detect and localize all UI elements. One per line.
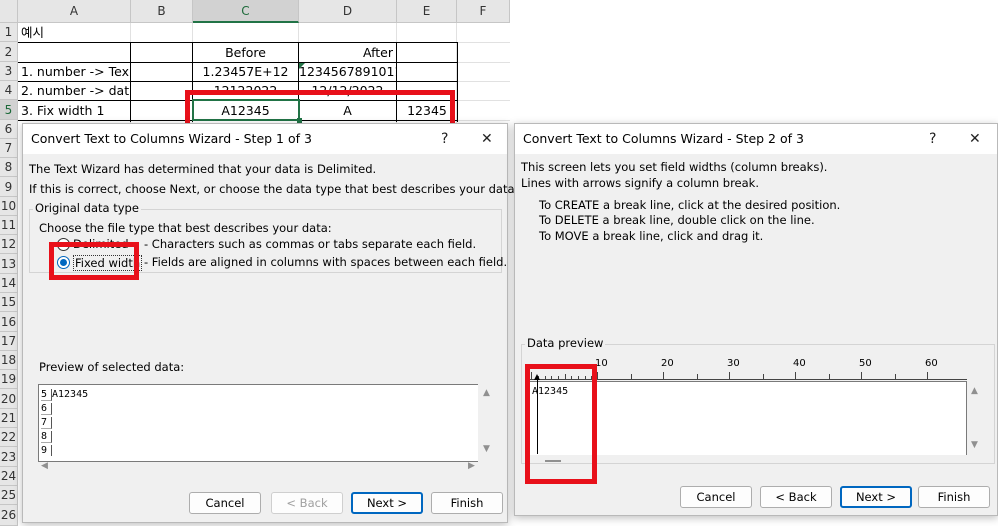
- back-button[interactable]: < Back: [271, 492, 343, 514]
- preview-selected-data[interactable]: 5 A12345 6 7 8 9: [38, 384, 478, 462]
- cancel-button[interactable]: Cancel: [189, 492, 261, 514]
- highlight-box-break-line: [525, 364, 597, 484]
- fixed-width-description: - Fields are aligned in columns with spa…: [144, 255, 508, 269]
- row-header-1[interactable]: 1: [0, 23, 18, 42]
- cell-a5[interactable]: 3. Fix width 1: [21, 101, 129, 120]
- scroll-down-icon[interactable]: ▼: [483, 444, 490, 454]
- data-preview-label: Data preview: [525, 336, 606, 350]
- preview-row-num: 5: [41, 389, 52, 401]
- row-header-5[interactable]: 5: [0, 100, 18, 120]
- cell-d2[interactable]: After: [299, 43, 457, 62]
- original-data-type-label: Original data type: [33, 201, 141, 215]
- preview-row-num: 8: [41, 431, 52, 443]
- row-header-12[interactable]: 12: [0, 235, 18, 254]
- row-header-14[interactable]: 14: [0, 274, 18, 293]
- row-header-15[interactable]: 15: [0, 293, 18, 312]
- next-button[interactable]: Next >: [351, 492, 423, 514]
- column-header-f[interactable]: F: [457, 0, 510, 23]
- row-header-4[interactable]: 4: [0, 81, 18, 100]
- choose-file-type-label: Choose the file type that best describes…: [39, 221, 332, 235]
- wizard2-line1: This screen lets you set field widths (c…: [521, 160, 828, 174]
- preview-selected-label: Preview of selected data:: [39, 360, 185, 374]
- wizard1-line1: The Text Wizard has determined that your…: [29, 162, 377, 176]
- back-button[interactable]: < Back: [760, 486, 832, 508]
- column-header-c[interactable]: C: [193, 0, 299, 23]
- close-icon[interactable]: ✕: [481, 124, 493, 154]
- cell-d3[interactable]: 1234567891011: [299, 62, 396, 81]
- delimited-description: - Characters such as commas or tabs sepa…: [144, 237, 477, 251]
- row-header-11[interactable]: 11: [0, 216, 18, 235]
- row-header-2[interactable]: 2: [0, 42, 18, 62]
- cancel-button[interactable]: Cancel: [680, 486, 752, 508]
- row-header-21[interactable]: 21: [0, 409, 18, 428]
- wizard-step2-title: Convert Text to Columns Wizard - Step 2 …: [515, 124, 997, 154]
- scroll-down-icon[interactable]: ▼: [971, 440, 978, 450]
- close-icon[interactable]: ✕: [969, 124, 981, 154]
- row-header-18[interactable]: 18: [0, 351, 18, 370]
- column-header-b[interactable]: B: [131, 0, 193, 23]
- cell-a3[interactable]: 1. number -> Text: [21, 62, 129, 81]
- finish-button[interactable]: Finish: [918, 486, 990, 508]
- wizard-step1-dialog: Convert Text to Columns Wizard - Step 1 …: [22, 123, 518, 523]
- cell-a1[interactable]: 예시: [21, 23, 129, 42]
- help-icon[interactable]: ?: [929, 124, 936, 154]
- row-header-16[interactable]: 16: [0, 312, 18, 332]
- row-header-20[interactable]: 20: [0, 389, 18, 409]
- select-all-corner[interactable]: [0, 0, 18, 23]
- help-icon[interactable]: ?: [441, 124, 448, 154]
- scroll-right-icon[interactable]: ▶: [468, 461, 475, 471]
- wizard-step1-title: Convert Text to Columns Wizard - Step 1 …: [23, 124, 507, 154]
- column-header-d[interactable]: D: [299, 0, 397, 23]
- wizard2-instr-move: To MOVE a break line, click and drag it.: [539, 229, 764, 243]
- wizard-step2-dialog: Convert Text to Columns Wizard - Step 2 …: [514, 123, 998, 516]
- row-header-8[interactable]: 8: [0, 158, 18, 177]
- cell-a4[interactable]: 2. number -> date: [21, 81, 129, 100]
- cell-c3[interactable]: 1.23457E+12: [193, 62, 298, 81]
- wizard2-line2: Lines with arrows signify a column break…: [521, 176, 759, 190]
- row-header-10[interactable]: 10: [0, 197, 18, 216]
- row-header-7[interactable]: 7: [0, 139, 18, 158]
- wizard2-instr-create: To CREATE a break line, click at the des…: [539, 198, 841, 212]
- wizard1-line2: If this is correct, choose Next, or choo…: [29, 182, 519, 196]
- wizard2-instr-delete: To DELETE a break line, double click on …: [539, 213, 815, 227]
- row-header-3[interactable]: 3: [0, 62, 18, 81]
- next-button[interactable]: Next >: [840, 486, 912, 508]
- row-header-9[interactable]: 9: [0, 177, 18, 197]
- preview-row-num: 6: [41, 403, 52, 415]
- row-header-13[interactable]: 13: [0, 254, 18, 274]
- scroll-up-icon[interactable]: ▲: [483, 388, 490, 398]
- row-header-25[interactable]: 25: [0, 486, 18, 505]
- preview-row-num: 9: [41, 445, 52, 456]
- preview-row-text: A12345: [52, 389, 89, 400]
- column-header-a[interactable]: A: [18, 0, 131, 23]
- column-header-e[interactable]: E: [397, 0, 457, 23]
- row-header-26[interactable]: 26: [0, 505, 18, 526]
- row-header-22[interactable]: 22: [0, 428, 18, 447]
- row-header-6[interactable]: 6: [0, 120, 18, 139]
- highlight-box-fixed-width: [49, 242, 139, 280]
- row-header-17[interactable]: 17: [0, 332, 18, 351]
- cell-c2[interactable]: Before: [193, 43, 298, 62]
- row-header-23[interactable]: 23: [0, 447, 18, 467]
- row-header-24[interactable]: 24: [0, 467, 18, 486]
- scroll-up-icon[interactable]: ▲: [971, 386, 978, 396]
- error-indicator-icon: [299, 63, 305, 69]
- preview-row-num: 7: [41, 417, 52, 429]
- scroll-left-icon[interactable]: ◀: [41, 461, 48, 471]
- finish-button[interactable]: Finish: [431, 492, 503, 514]
- row-header-19[interactable]: 19: [0, 370, 18, 389]
